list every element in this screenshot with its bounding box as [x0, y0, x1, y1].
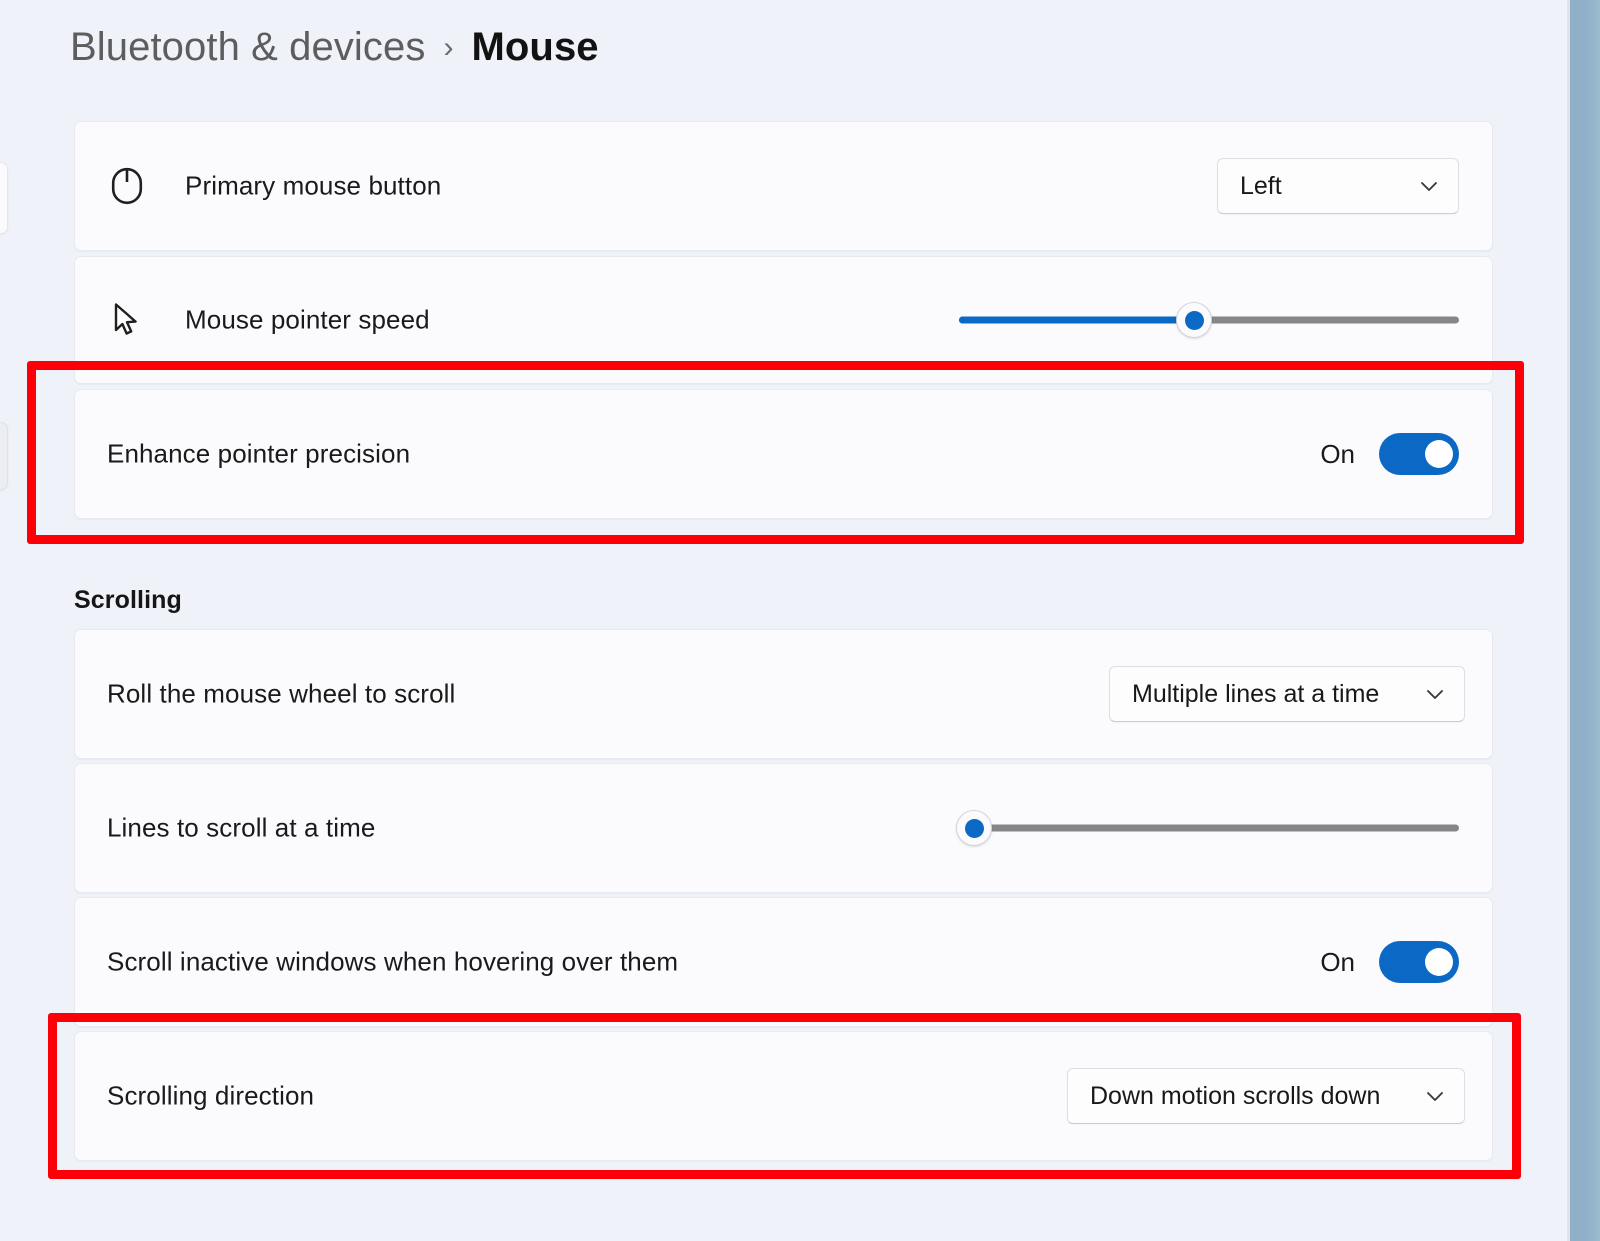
setting-label: Scrolling direction	[107, 1081, 314, 1112]
cursor-arrow-icon	[107, 300, 147, 340]
setting-label: Primary mouse button	[185, 171, 441, 202]
setting-label: Scroll inactive windows when hovering ov…	[107, 947, 678, 978]
enhance-pointer-precision-control[interactable]: On	[1320, 433, 1459, 475]
roll-mouse-wheel-dropdown[interactable]: Multiple lines at a time	[1109, 666, 1465, 722]
section-header-scrolling: Scrolling	[74, 586, 182, 615]
setting-label: Enhance pointer precision	[107, 439, 410, 470]
lines-to-scroll-slider[interactable]	[959, 808, 1459, 848]
slider-thumb-dot	[965, 819, 984, 838]
setting-row-mouse-pointer-speed[interactable]: Mouse pointer speed	[74, 256, 1493, 384]
primary-mouse-button-dropdown[interactable]: Left	[1217, 158, 1459, 214]
page-title: Mouse	[471, 25, 598, 70]
slider-thumb[interactable]	[1176, 302, 1212, 338]
slider-track	[959, 825, 1459, 832]
toggle-state-label: On	[1320, 947, 1355, 978]
setting-label: Roll the mouse wheel to scroll	[107, 679, 455, 710]
settings-window: Bluetooth & devices › Mouse Primary mous…	[0, 0, 1600, 1241]
toggle-state-label: On	[1320, 439, 1355, 470]
dropdown-value: Left	[1240, 172, 1282, 201]
vertical-scrollbar[interactable]	[1553, 0, 1567, 1241]
toggle-knob	[1425, 440, 1453, 468]
scroll-inactive-windows-toggle[interactable]	[1379, 941, 1459, 983]
chevron-right-icon: ›	[443, 31, 453, 65]
mouse-icon	[107, 166, 147, 206]
enhance-pointer-precision-toggle[interactable]	[1379, 433, 1459, 475]
dropdown-value: Down motion scrolls down	[1090, 1082, 1380, 1111]
scroll-inactive-windows-control[interactable]: On	[1320, 941, 1459, 983]
slider-thumb-dot	[1185, 311, 1204, 330]
breadcrumb-parent-link[interactable]: Bluetooth & devices	[70, 25, 425, 70]
setting-row-scrolling-direction[interactable]: Scrolling direction Down motion scrolls …	[74, 1031, 1493, 1161]
slider-fill	[959, 317, 1194, 324]
chevron-down-icon	[1418, 175, 1440, 197]
toggle-knob	[1425, 948, 1453, 976]
dropdown-value: Multiple lines at a time	[1132, 680, 1379, 709]
window-right-edge	[1567, 0, 1570, 1241]
desktop-background	[1570, 0, 1600, 1241]
setting-row-scroll-inactive-windows[interactable]: Scroll inactive windows when hovering ov…	[74, 897, 1493, 1027]
setting-row-enhance-pointer-precision[interactable]: Enhance pointer precision On	[74, 389, 1493, 519]
offscreen-card-left-top	[0, 162, 8, 234]
mouse-pointer-speed-slider[interactable]	[959, 300, 1459, 340]
setting-row-roll-mouse-wheel[interactable]: Roll the mouse wheel to scroll Multiple …	[74, 629, 1493, 759]
setting-label: Lines to scroll at a time	[107, 813, 375, 844]
breadcrumb: Bluetooth & devices › Mouse	[70, 25, 599, 70]
setting-row-primary-mouse-button[interactable]: Primary mouse button Left	[74, 121, 1493, 251]
scrolling-direction-dropdown[interactable]: Down motion scrolls down	[1067, 1068, 1465, 1124]
chevron-down-icon	[1424, 1085, 1446, 1107]
setting-label: Mouse pointer speed	[185, 305, 430, 336]
setting-row-lines-to-scroll[interactable]: Lines to scroll at a time	[74, 763, 1493, 893]
slider-thumb[interactable]	[956, 810, 992, 846]
chevron-down-icon	[1424, 683, 1446, 705]
offscreen-card-left-bottom	[0, 422, 8, 490]
